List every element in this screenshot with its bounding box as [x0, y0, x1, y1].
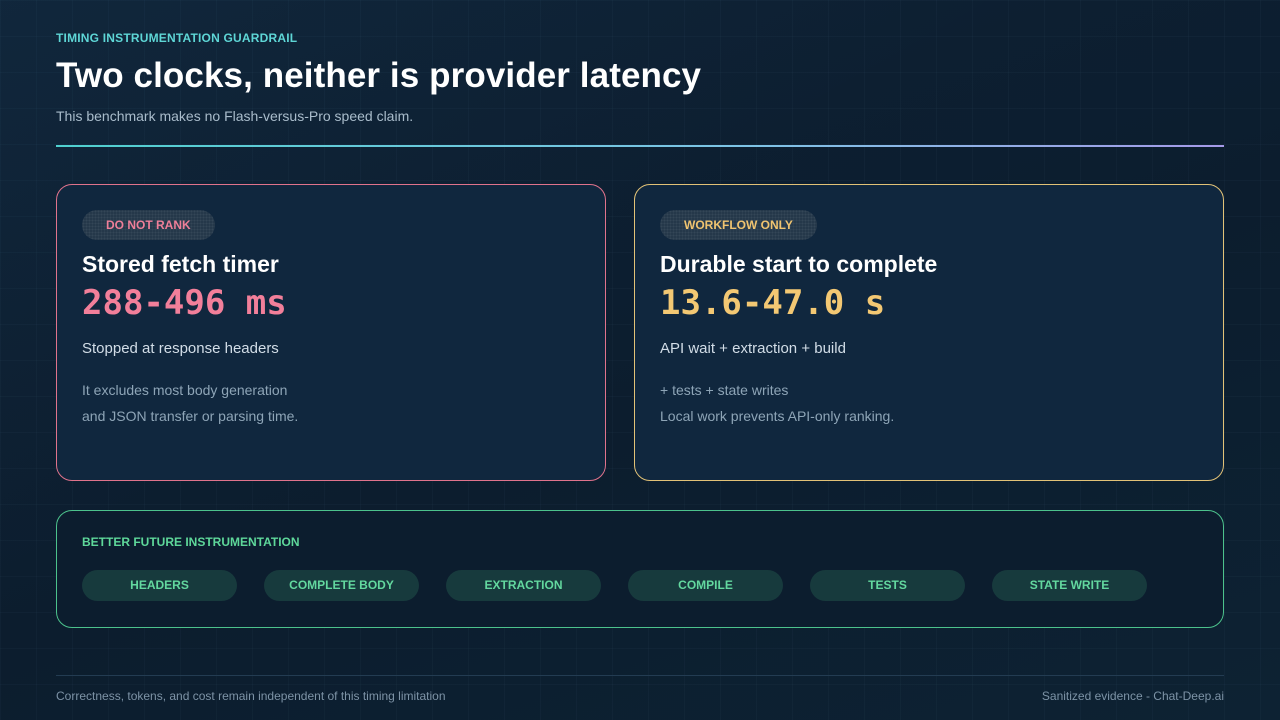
- card-value: 13.6-47.0 s: [660, 283, 886, 323]
- footer-source: Sanitized evidence - Chat-Deep.ai: [1041, 689, 1224, 703]
- page-title: Two clocks, neither is provider latency: [56, 56, 702, 95]
- eyebrow-label: TIMING INSTRUMENTATION GUARDRAIL: [56, 31, 298, 45]
- future-instrumentation-panel: BETTER FUTURE INSTRUMENTATION HEADERS CO…: [56, 510, 1224, 628]
- do-not-rank-badge: DO NOT RANK: [82, 210, 215, 240]
- chip-compile: COMPILE: [628, 570, 783, 601]
- card-subtitle: Stopped at response headers: [82, 340, 279, 357]
- workflow-only-badge: WORKFLOW ONLY: [660, 210, 817, 240]
- footer-note: Correctness, tokens, and cost remain ind…: [56, 689, 446, 703]
- fetch-timer-card: DO NOT RANK Stored fetch timer 288-496 m…: [56, 184, 606, 481]
- panel-label: BETTER FUTURE INSTRUMENTATION: [82, 535, 300, 549]
- page-subtitle: This benchmark makes no Flash-versus-Pro…: [56, 108, 414, 124]
- chip-state-write: STATE WRITE: [992, 570, 1147, 601]
- card-title: Stored fetch timer: [82, 251, 279, 277]
- card-note: + tests + state writes Local work preven…: [660, 377, 894, 429]
- card-subtitle: API wait + extraction + build: [660, 340, 846, 357]
- card-note-line: It excludes most body generation: [82, 382, 288, 398]
- chip-headers: HEADERS: [82, 570, 237, 601]
- card-note-line: and JSON transfer or parsing time.: [82, 408, 299, 424]
- footer-divider: [56, 675, 1224, 676]
- chip-complete-body: COMPLETE BODY: [264, 570, 419, 601]
- chip-extraction: EXTRACTION: [446, 570, 601, 601]
- durable-workflow-card: WORKFLOW ONLY Durable start to complete …: [634, 184, 1224, 481]
- header-divider: [56, 145, 1224, 147]
- card-note: It excludes most body generation and JSO…: [82, 377, 298, 429]
- chip-tests: TESTS: [810, 570, 965, 601]
- card-note-line: + tests + state writes: [660, 382, 789, 398]
- card-value: 288-496 ms: [82, 283, 287, 323]
- card-note-line: Local work prevents API-only ranking.: [660, 408, 895, 424]
- card-title: Durable start to complete: [660, 251, 938, 277]
